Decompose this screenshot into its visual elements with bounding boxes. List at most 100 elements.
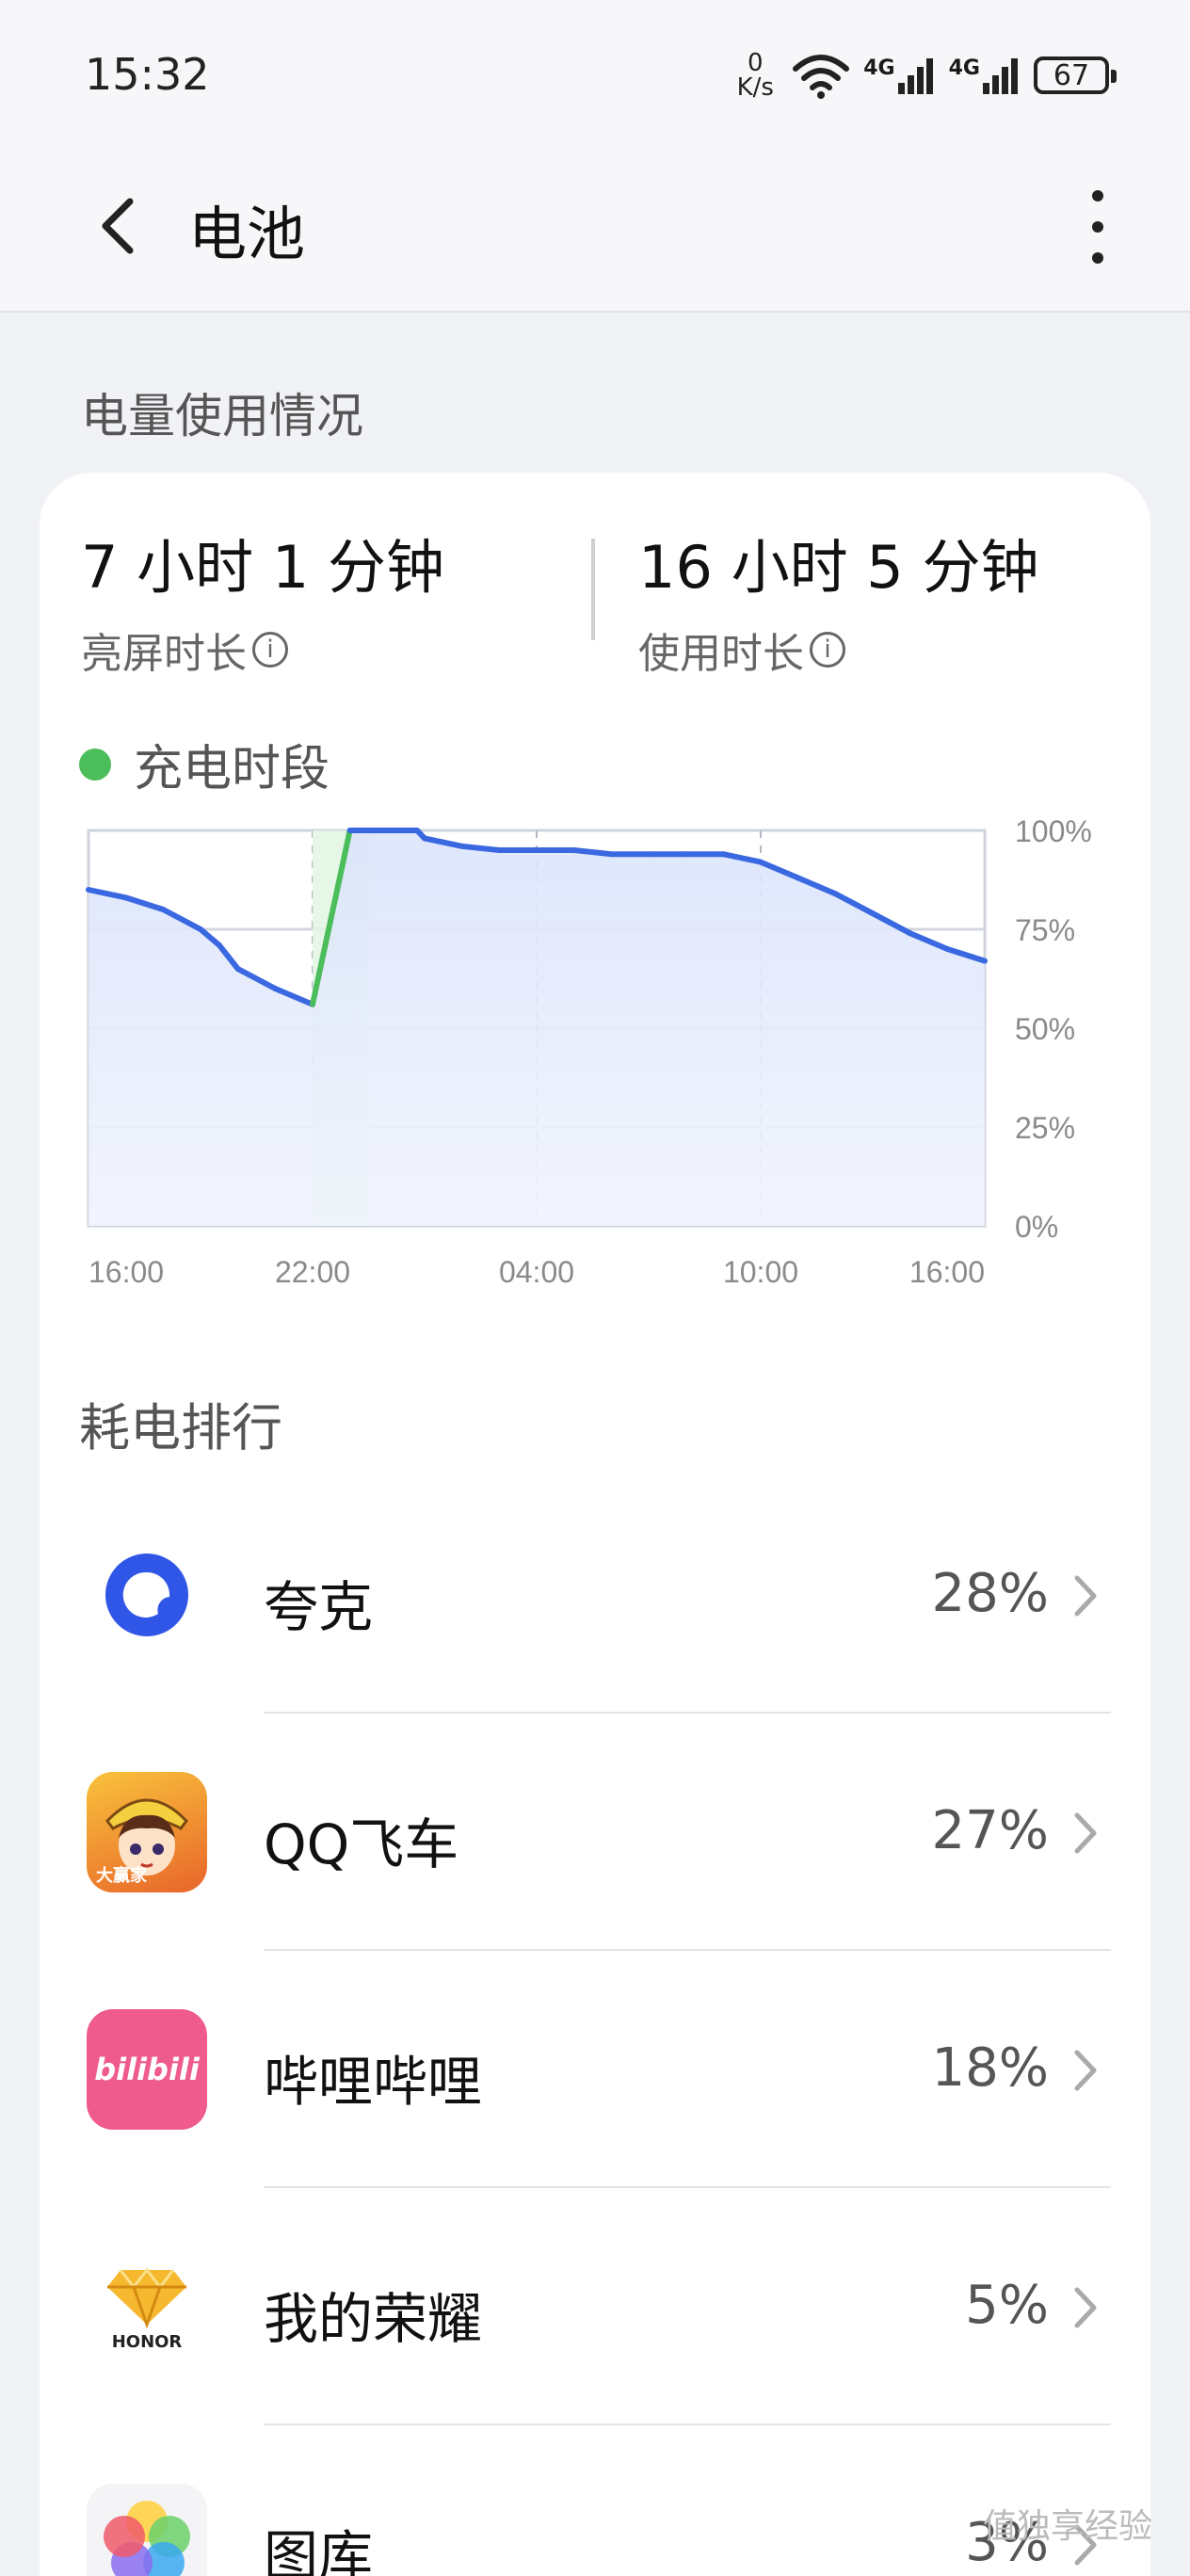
status-icons: 0 K/s 4G 4G 67 <box>732 47 1117 104</box>
back-arrow-icon <box>102 198 134 254</box>
battery-line-segment <box>571 847 615 858</box>
battery-data-point <box>386 829 388 831</box>
quark-icon <box>87 1535 207 1655</box>
x-tick-label: 16:00 <box>909 1255 985 1289</box>
back-button[interactable] <box>87 188 162 264</box>
signal-bars-icon <box>897 58 933 94</box>
app-percent: 18% <box>931 2037 1049 2099</box>
wifi-icon <box>793 55 850 99</box>
status-bar: 15:32 0 K/s 4G 4G 67 <box>0 0 1190 151</box>
battery-data-point <box>416 829 418 831</box>
battery-level-chart[interactable]: 100% 75% 50% 25% 0% 16:00 22:00 04:00 10:00 16:00 <box>40 812 1150 1358</box>
battery-data-point <box>984 960 986 962</box>
charging-legend: 充电时段 <box>79 729 330 799</box>
battery-data-point <box>909 932 911 934</box>
chevron-right-icon <box>1074 2287 1097 2328</box>
battery-usage-card: 7 小时 1 分钟 亮屏时长 i 16 小时 5 分钟 使用时长 i 充电时段 … <box>40 473 1150 2576</box>
chevron-right-icon <box>1074 2050 1097 2091</box>
network-speed-unit: K/s <box>736 73 774 102</box>
chevron-right-icon <box>1074 1575 1097 1617</box>
battery-data-point <box>88 889 89 891</box>
cellular-signal-2: 4G <box>949 56 1021 94</box>
battery-data-point <box>274 988 276 990</box>
bilibili-icon: bilibili <box>87 2009 207 2130</box>
battery-data-point <box>218 944 220 946</box>
battery-data-point <box>424 837 426 839</box>
network-speed: 0 K/s <box>732 51 779 100</box>
battery-data-point <box>872 912 874 914</box>
more-dots-icon <box>1092 190 1103 201</box>
info-icon[interactable]: i <box>252 632 288 668</box>
honor-icon-text: HONOR <box>111 2331 183 2352</box>
app-name: QQ飞车 <box>264 1812 459 1876</box>
app-row-qq-speed[interactable]: 大赢家 QQ飞车 27% <box>40 1714 1150 1951</box>
ranking-title: 耗电排行 <box>79 1398 282 1457</box>
app-percent: 5% <box>965 2275 1049 2336</box>
screen-on-value: 7 小时 1 分钟 <box>81 533 445 602</box>
watermark: 值独享经验 <box>982 2507 1152 2546</box>
x-tick-label: 10:00 <box>723 1255 798 1289</box>
chevron-right-icon <box>1074 1812 1097 1854</box>
battery-data-point <box>498 849 500 851</box>
battery-data-point <box>125 896 127 898</box>
network-type-label: 4G <box>948 56 980 80</box>
battery-data-point <box>648 853 650 855</box>
info-icon[interactable]: i <box>810 632 845 668</box>
battery-data-point <box>946 948 948 950</box>
battery-data-point <box>797 877 799 878</box>
battery-data-point <box>760 861 762 863</box>
honor-icon: HONOR <box>87 2246 207 2367</box>
app-name: 我的荣耀 <box>264 2287 483 2351</box>
y-tick-label: 50% <box>1015 1012 1075 1046</box>
status-time: 15:32 <box>85 49 210 100</box>
network-speed-value: 0 <box>747 49 764 77</box>
screen-on-metric: 7 小时 1 分钟 亮屏时长 i <box>81 520 444 680</box>
battery-line-segment <box>458 843 503 853</box>
y-tick-label: 75% <box>1015 913 1075 947</box>
usage-section-title: 电量使用情况 <box>81 389 363 443</box>
battery-level: 67 <box>1053 58 1090 92</box>
x-tick-label: 04:00 <box>499 1255 574 1289</box>
app-row-quark[interactable]: 夸克 28% <box>40 1476 1150 1714</box>
app-bar: 电池 <box>0 151 1190 313</box>
usage-metric: 16 小时 5 分钟 使用时长 i <box>638 520 1038 680</box>
charging-legend-label: 充电时段 <box>134 741 330 797</box>
qq-speed-icon: 大赢家 <box>87 1772 207 1892</box>
screen-on-label: 亮屏时长 <box>81 630 247 678</box>
screen-on-label-row[interactable]: 亮屏时长 i <box>81 620 444 680</box>
metric-divider <box>591 539 595 640</box>
battery-data-point <box>237 968 239 970</box>
app-name: 哔哩哔哩 <box>264 2050 483 2114</box>
charging-legend-dot <box>79 748 111 781</box>
y-tick-label: 100% <box>1015 814 1092 848</box>
battery-data-point <box>461 845 463 847</box>
app-row-bilibili[interactable]: bilibili 哔哩哔哩 18% <box>40 1951 1150 2188</box>
usage-value: 16 小时 5 分钟 <box>638 533 1039 602</box>
usage-label: 使用时长 <box>638 630 804 678</box>
app-ranking-list: 夸克 28% 大赢家 QQ飞车 27% bilibili 哔哩哔哩 18% HO… <box>40 1476 1150 2576</box>
network-type-label: 4G <box>863 56 895 80</box>
battery-data-point <box>536 849 538 851</box>
x-tick-label: 16:00 <box>88 1255 164 1289</box>
app-percent: 27% <box>931 1800 1049 1861</box>
gallery-icon <box>87 2484 207 2576</box>
more-options-button[interactable] <box>1069 185 1126 269</box>
battery-data-point <box>610 853 612 855</box>
battery-icon: 67 <box>1034 56 1117 94</box>
app-row-my-honor[interactable]: HONOR 我的荣耀 5% <box>40 2188 1150 2425</box>
battery-data-point <box>312 1004 314 1006</box>
qq-speed-icon-text: 大赢家 <box>96 1866 147 1886</box>
app-name: 图库 <box>264 2524 374 2576</box>
usage-label-row[interactable]: 使用时长 i <box>638 620 1038 680</box>
signal-bars-icon <box>983 58 1018 94</box>
x-tick-label: 22:00 <box>275 1255 350 1289</box>
bilibili-icon-text: bilibili <box>94 2052 200 2087</box>
battery-data-point <box>573 849 575 851</box>
battery-data-point <box>349 829 351 831</box>
cellular-signal-1: 4G <box>863 56 935 94</box>
y-tick-label: 25% <box>1015 1111 1075 1145</box>
app-percent: 28% <box>931 1563 1049 1624</box>
battery-data-point <box>685 853 687 855</box>
app-name: 夸克 <box>264 1575 374 1639</box>
battery-data-point <box>722 853 724 855</box>
